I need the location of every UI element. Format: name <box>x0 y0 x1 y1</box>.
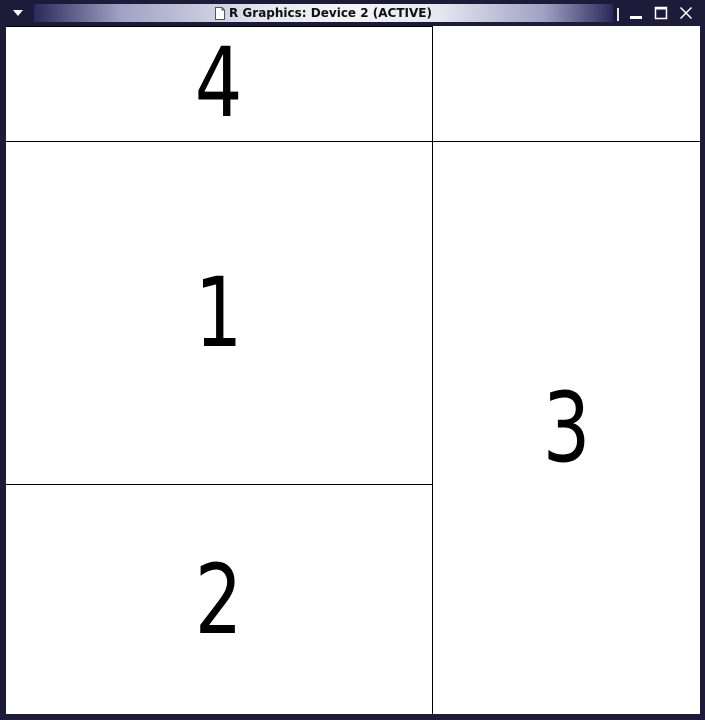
maximize-icon <box>654 6 668 20</box>
plot-canvas[interactable]: 4 1 2 3 <box>6 26 700 714</box>
plot-panel-4: 4 <box>6 26 432 141</box>
triangle-down-icon <box>13 10 23 16</box>
minimize-button[interactable] <box>626 4 646 22</box>
window-title-text: R Graphics: Device 2 (ACTIVE) <box>229 6 432 20</box>
layout-divider-horizontal-lower <box>6 484 432 485</box>
panel-label-1: 1 <box>195 257 243 369</box>
panel-label-4: 4 <box>195 26 243 139</box>
plot-panel-1: 1 <box>6 142 432 484</box>
title-separator <box>617 8 619 21</box>
maximize-button[interactable] <box>651 4 671 22</box>
window-title: R Graphics: Device 2 (ACTIVE) <box>215 6 432 20</box>
panel-label-3: 3 <box>542 372 591 484</box>
plot-panel-3: 3 <box>433 142 700 714</box>
plot-panel-empty <box>433 26 700 141</box>
close-button[interactable] <box>676 4 696 22</box>
r-graphics-window: R Graphics: Device 2 (ACTIVE) 4 1 2 3 <box>0 0 705 720</box>
layout-divider-horizontal-upper <box>6 141 700 142</box>
window-menu-button[interactable] <box>4 3 32 23</box>
layout-divider-top <box>6 26 432 27</box>
title-area[interactable]: R Graphics: Device 2 (ACTIVE) <box>34 4 613 22</box>
minimize-icon <box>630 16 642 19</box>
panel-label-2: 2 <box>195 543 243 656</box>
title-bar[interactable]: R Graphics: Device 2 (ACTIVE) <box>0 0 705 26</box>
layout-divider-vertical <box>432 26 433 714</box>
close-icon <box>679 6 693 20</box>
document-icon <box>215 6 226 20</box>
plot-panel-2: 2 <box>6 485 432 714</box>
